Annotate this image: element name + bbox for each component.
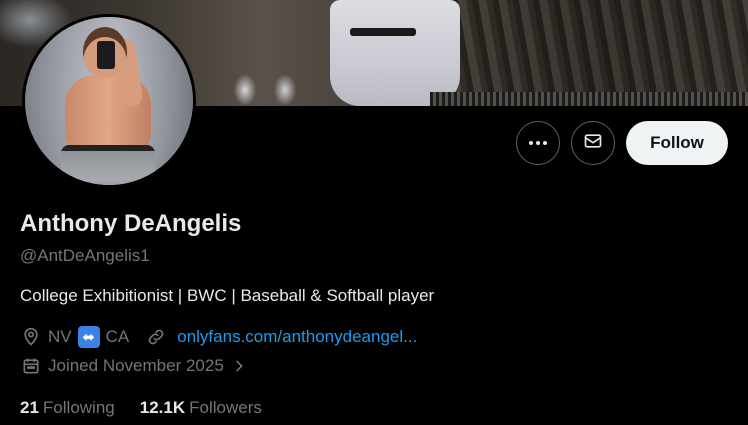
left-right-arrow-icon: ⬌ (77, 326, 100, 348)
avatar-phone (97, 41, 115, 69)
profile-meta-row: NV ⬌ CA onlyfans.com/anthonydeangel... (20, 325, 417, 349)
banner-background-figures (225, 68, 315, 106)
profile-link[interactable]: onlyfans.com/anthonydeangel... (177, 327, 417, 347)
profile-bio: College Exhibitionist | BWC | Baseball &… (20, 286, 435, 305)
banner-player-belt (350, 28, 416, 36)
chevron-right-icon (228, 355, 250, 377)
joined-date: Joined November 2025 (48, 356, 224, 375)
profile-stats: 21 Following 12.1K Followers (20, 398, 262, 418)
calendar-icon (20, 355, 42, 377)
mail-icon (583, 131, 603, 156)
follow-button[interactable]: Follow (626, 121, 728, 165)
avatar-pants (61, 145, 155, 185)
banner-fence (430, 92, 748, 106)
more-icon (529, 141, 547, 145)
profile-handle: @AntDeAngelis1 (20, 246, 150, 265)
followers-label: Followers (189, 398, 262, 417)
banner-player (330, 0, 460, 106)
following-stat[interactable]: 21 Following (20, 398, 115, 418)
following-label: Following (42, 398, 115, 417)
profile-name: Anthony DeAngelis (20, 210, 242, 237)
banner-trees (428, 0, 748, 96)
joined-row[interactable]: Joined November 2025 (20, 354, 256, 378)
avatar[interactable] (22, 14, 196, 188)
followers-stat[interactable]: 12.1K Followers (140, 398, 262, 418)
message-button[interactable] (571, 121, 615, 165)
followers-count: 12.1K (139, 398, 186, 417)
location-from: NV (48, 327, 72, 346)
following-count: 21 (20, 398, 39, 417)
location-icon (20, 326, 42, 348)
more-button[interactable] (516, 121, 560, 165)
link-icon (145, 326, 167, 348)
location-to: CA (105, 327, 130, 346)
